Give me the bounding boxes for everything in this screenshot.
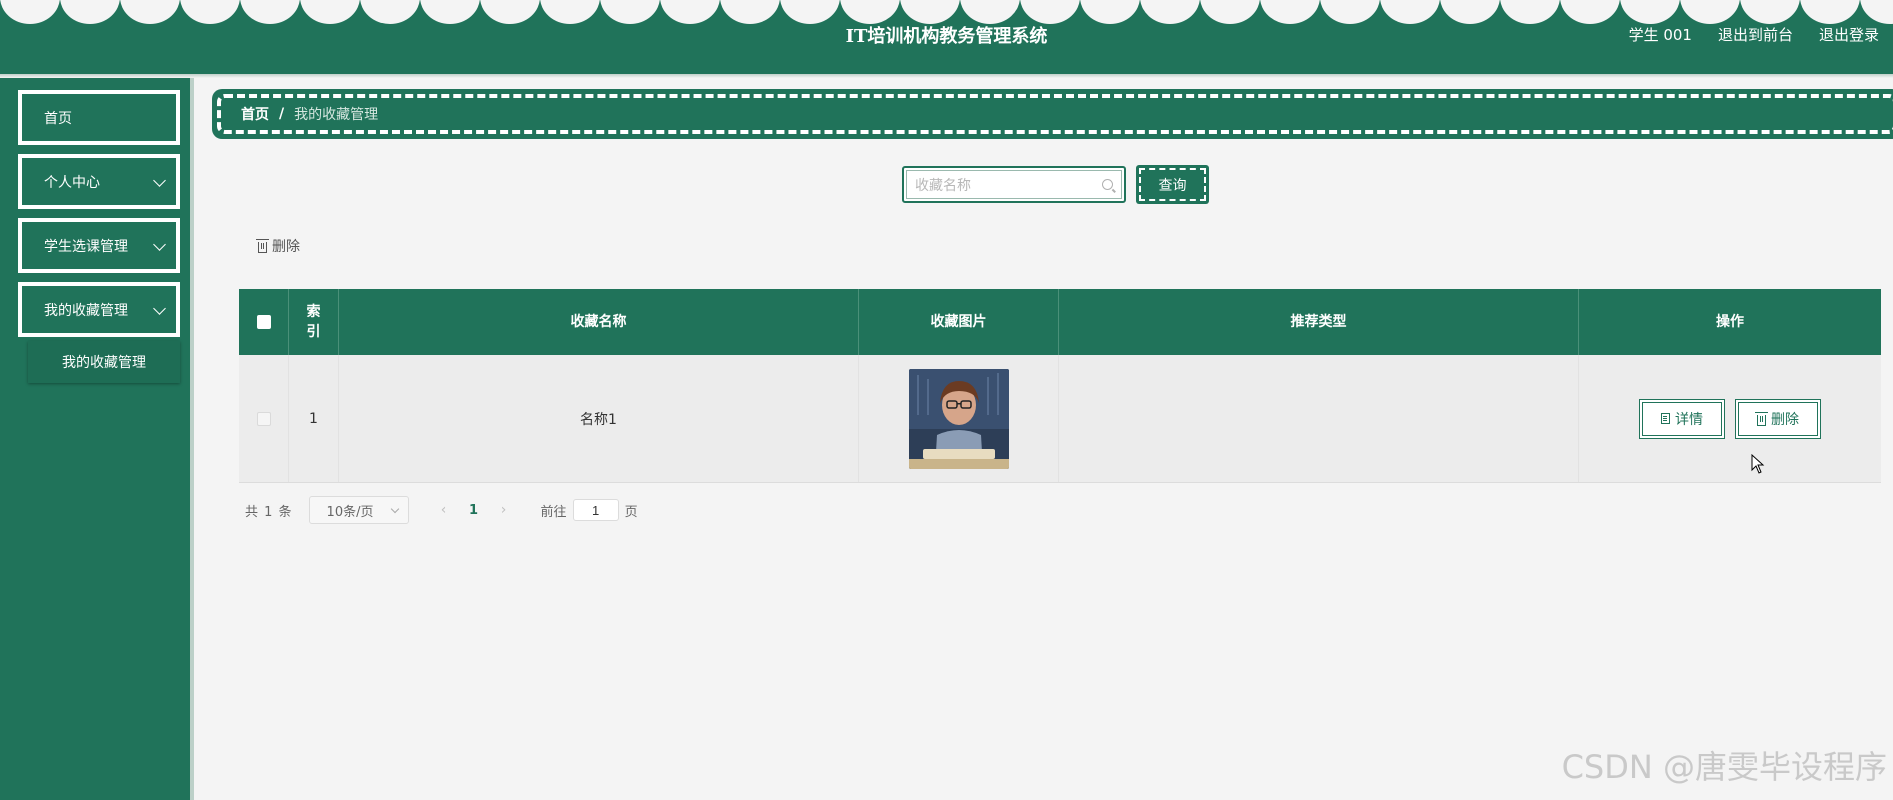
header-user-area: 学生 001 退出到前台 退出登录 — [1629, 24, 1879, 45]
chevron-down-icon — [153, 174, 166, 187]
page-size-value: 10条/页 — [326, 504, 374, 520]
row-checkbox[interactable] — [256, 411, 271, 426]
favorite-thumbnail — [908, 368, 1009, 469]
header-divider — [0, 74, 1893, 78]
watermark: CSDN @唐雯毕设程序 — [1561, 748, 1887, 786]
search-box — [902, 166, 1126, 203]
sidebar-item-label: 我的收藏管理 — [44, 302, 128, 319]
sidebar-item-label: 个人中心 — [44, 174, 100, 191]
query-button[interactable]: 查询 — [1136, 165, 1209, 204]
favorites-table: 索 引 收藏名称 收藏图片 推荐类型 操作 1 名称1 详情 删除 — [239, 289, 1881, 483]
header-type: 推荐类型 — [1059, 289, 1579, 355]
query-button-label: 查询 — [1158, 177, 1187, 194]
sidebar-item-home[interactable]: 首页 — [18, 90, 180, 145]
search-icon — [1102, 179, 1113, 190]
detail-button-label: 详情 — [1675, 411, 1703, 428]
trash-icon — [256, 239, 269, 253]
header-image: 收藏图片 — [859, 289, 1059, 355]
sidebar-item-my-favorites[interactable]: 我的收藏管理 — [18, 282, 180, 337]
batch-delete-button[interactable]: 删除 — [256, 236, 300, 256]
chevron-down-icon — [390, 504, 399, 514]
header-select-all — [239, 289, 289, 355]
breadcrumb-separator: / — [279, 106, 285, 122]
goto-prefix: 前往 — [540, 504, 567, 520]
delete-button-label: 删除 — [1771, 411, 1799, 428]
page-number-current[interactable]: 1 — [459, 496, 489, 524]
header-index: 索 引 — [289, 289, 339, 355]
next-page-button[interactable]: › — [489, 496, 519, 524]
sidebar-item-course-selection[interactable]: 学生选课管理 — [18, 218, 180, 273]
breadcrumb-current: 我的收藏管理 — [294, 107, 379, 123]
top-header: IT培训机构教务管理系统 学生 001 退出到前台 退出登录 — [0, 0, 1893, 74]
chevron-down-icon — [153, 238, 166, 251]
mouse-pointer-icon — [1751, 453, 1765, 478]
row-select-cell — [239, 355, 289, 482]
header-index-line1: 索 — [306, 304, 321, 320]
select-all-checkbox[interactable] — [256, 315, 271, 329]
breadcrumb: 首页 / 我的收藏管理 — [212, 89, 1893, 139]
header-index-line2: 引 — [306, 324, 321, 340]
user-label: 学生 001 — [1628, 26, 1692, 44]
back-to-front-link[interactable]: 退出到前台 — [1718, 24, 1793, 45]
search-input[interactable] — [915, 176, 1102, 193]
pagination: 共 1 条 10条/页 ‹ 1 › 前往 页 — [245, 496, 638, 524]
goto-page-input[interactable] — [572, 499, 619, 521]
trash-icon — [1755, 411, 1768, 426]
app-title: IT培训机构教务管理系统 — [845, 26, 1048, 47]
detail-button[interactable]: 详情 — [1639, 398, 1725, 439]
row-image-cell — [859, 355, 1059, 482]
breadcrumb-home[interactable]: 首页 — [241, 104, 269, 124]
pagination-total: 共 1 条 — [245, 504, 293, 520]
table-row: 1 名称1 详情 删除 — [239, 355, 1881, 483]
row-index: 1 — [289, 355, 339, 482]
row-name: 名称1 — [339, 355, 859, 482]
prev-page-button[interactable]: ‹ — [429, 496, 459, 524]
row-type — [1059, 355, 1579, 482]
header-name: 收藏名称 — [339, 289, 859, 355]
pagination-goto: 前往 页 — [541, 499, 638, 521]
sidebar-item-label: 首页 — [44, 110, 72, 127]
sidebar-item-personal-center[interactable]: 个人中心 — [18, 154, 180, 209]
goto-suffix: 页 — [624, 504, 638, 520]
document-icon — [1661, 413, 1670, 424]
table-header: 索 引 收藏名称 收藏图片 推荐类型 操作 — [239, 289, 1881, 355]
page-size-select[interactable]: 10条/页 — [308, 496, 409, 524]
row-operations: 详情 删除 — [1579, 355, 1881, 482]
chevron-down-icon — [153, 302, 166, 315]
sidebar-item-label: 学生选课管理 — [44, 238, 128, 255]
header-scallop-decoration — [0, 0, 1893, 24]
logout-link[interactable]: 退出登录 — [1819, 24, 1879, 45]
header-operation: 操作 — [1716, 314, 1744, 330]
batch-delete-label: 删除 — [272, 239, 300, 255]
delete-button[interactable]: 删除 — [1735, 398, 1821, 439]
sidebar-subitem-my-favorites[interactable]: 我的收藏管理 — [28, 341, 180, 383]
sidebar: 首页 个人中心 学生选课管理 我的收藏管理 我的收藏管理 — [0, 78, 194, 800]
